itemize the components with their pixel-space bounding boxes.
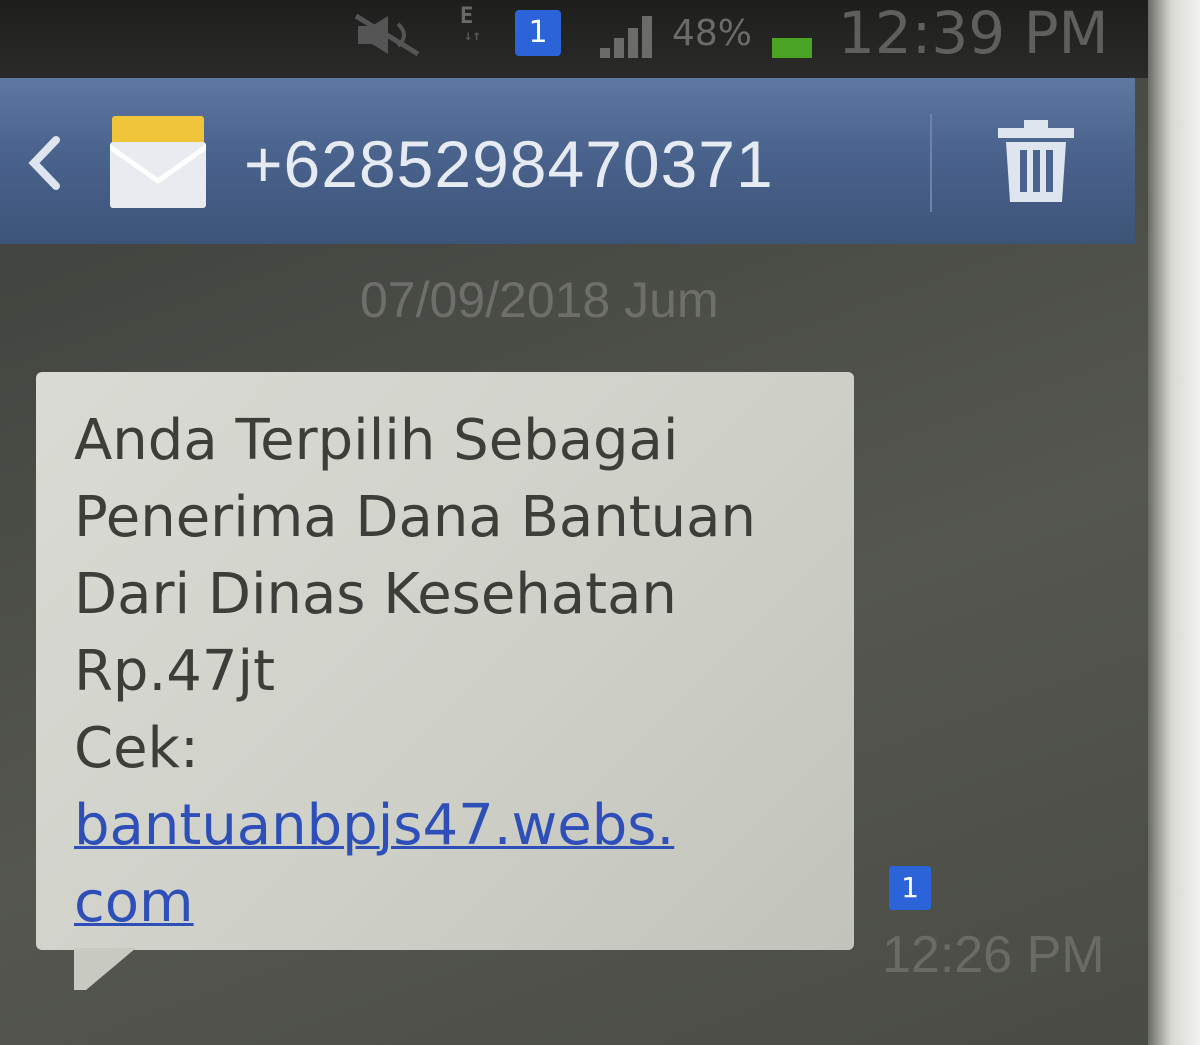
message-link[interactable]: com: [74, 870, 194, 935]
date-separator: 07/09/2018 Jum: [360, 272, 719, 328]
message-link[interactable]: bantuanbpjs47.webs.: [74, 793, 674, 858]
message-line: Dari Dinas Kesehatan: [74, 562, 677, 627]
message-bubble[interactable]: Anda Terpilih Sebagai Penerima Dana Bant…: [36, 372, 854, 950]
trash-icon[interactable]: [994, 118, 1078, 204]
status-time: 12:39 PM: [838, 0, 1109, 67]
contact-number: +6285298470371: [244, 127, 774, 201]
signal-icon: [598, 8, 664, 60]
message-body: Anda Terpilih Sebagai Penerima Dana Bant…: [74, 402, 834, 941]
mute-icon: [352, 12, 424, 58]
message-line: Cek:: [74, 716, 199, 781]
header-divider: [930, 114, 932, 212]
bubble-tail: [74, 948, 136, 990]
phone-bezel-edge: [1148, 0, 1200, 1045]
back-icon[interactable]: [18, 128, 78, 198]
sim-notification-icon: 1: [515, 10, 561, 56]
envelope-icon: [106, 112, 210, 212]
message-line: Anda Terpilih Sebagai: [74, 408, 679, 473]
message-time: 12:26 PM: [882, 926, 1105, 984]
message-line: Penerima Dana Bantuan: [74, 485, 756, 550]
conversation-header: +6285298470371: [0, 78, 1135, 244]
message-line: Rp.47jt: [74, 639, 276, 704]
status-bar: E ↓↑ 1 48% 12:39 PM: [0, 0, 1148, 78]
battery-icon: [772, 38, 812, 58]
network-type-indicator: E ↓↑: [460, 4, 481, 45]
battery-percent: 48%: [672, 13, 753, 54]
sim-indicator-icon: 1: [889, 866, 931, 910]
